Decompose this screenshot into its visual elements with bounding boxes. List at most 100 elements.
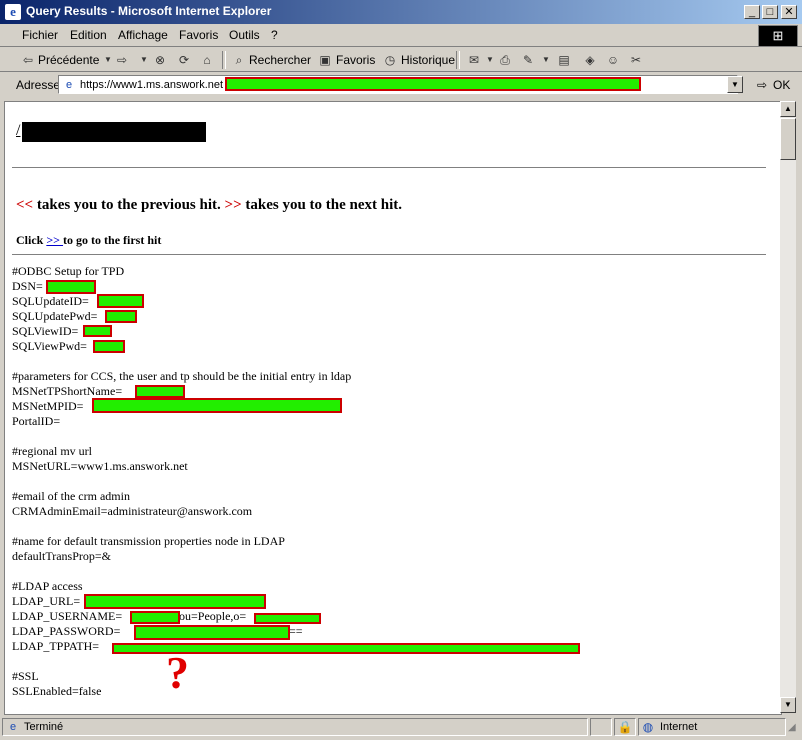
menu-affichage[interactable]: Affichage — [118, 28, 168, 42]
toolbar-separator — [222, 51, 226, 69]
forward-arrow-icon[interactable]: ⇨ — [114, 52, 130, 68]
resize-grip-icon[interactable]: ◢ — [788, 722, 796, 733]
stop-icon[interactable]: ⊗ — [152, 52, 168, 68]
go-label[interactable]: OK — [773, 78, 790, 92]
redacted-value — [254, 613, 321, 624]
password-tail: == — [289, 624, 303, 638]
divider — [12, 167, 766, 169]
redacted-value — [97, 294, 144, 308]
scrollbar-thumb[interactable] — [780, 118, 796, 160]
menu-help[interactable]: ? — [271, 28, 278, 42]
config-line: CRMAdminEmail=administrateur@answork.com — [12, 504, 253, 518]
status-text: Terminé — [24, 721, 64, 733]
window-title: Query Results - Microsoft Internet Explo… — [26, 4, 272, 18]
toolbar-separator — [456, 51, 460, 69]
click-post: to go to the first hit — [63, 233, 162, 247]
vertical-scrollbar[interactable] — [780, 101, 796, 713]
menu-favoris[interactable]: Favoris — [179, 28, 218, 42]
menu-outils[interactable]: Outils — [229, 28, 260, 42]
config-line: #parameters for CCS, the user and tp sho… — [12, 369, 352, 383]
lock-icon: 🔒 — [617, 720, 633, 734]
edit-dropdown-icon[interactable]: ▼ — [538, 52, 554, 68]
back-arrow-icon[interactable]: ⇦ — [20, 52, 36, 68]
back-button[interactable]: Précédente — [38, 53, 99, 67]
search-button[interactable]: Rechercher — [249, 53, 311, 67]
globe-icon: ◍ — [642, 720, 654, 734]
redacted-value — [84, 594, 266, 609]
config-line: LDAP_URL= — [12, 594, 81, 608]
config-line: #email of the crm admin — [12, 489, 130, 503]
address-dropdown-icon[interactable]: ▼ — [727, 76, 743, 93]
messenger-icon[interactable]: ☺ — [605, 52, 621, 68]
forward-dropdown-icon[interactable]: ▼ — [136, 52, 152, 68]
status-pane — [590, 718, 612, 736]
history-button[interactable]: Historique — [401, 53, 455, 67]
research-icon[interactable]: ◈ — [582, 52, 598, 68]
click-pre: Click — [16, 233, 47, 247]
status-pane — [2, 718, 588, 736]
ie-app-icon: e — [5, 4, 21, 20]
config-line: #name for default transmission propertie… — [12, 534, 285, 548]
history-icon[interactable]: ◷ — [382, 52, 398, 68]
menu-fichier[interactable]: Fichier — [22, 28, 58, 42]
redacted-value — [105, 310, 137, 323]
search-icon[interactable]: ⌕ — [231, 52, 247, 68]
maximize-button[interactable]: □ — [762, 5, 778, 19]
address-url[interactable]: https://www1.ms.answork.net — [80, 79, 223, 91]
discuss-icon[interactable]: ▤ — [556, 52, 572, 68]
redacted-value — [83, 325, 112, 337]
go-arrow-icon: ⇨ — [757, 78, 768, 92]
config-line: SQLViewID= — [12, 324, 79, 338]
redacted-value — [130, 611, 180, 624]
config-line: PortalID= — [12, 414, 61, 428]
refresh-icon[interactable]: ⟳ — [176, 52, 192, 68]
nav-instructions: << takes you to the previous hit. >> tak… — [16, 197, 402, 214]
config-line: LDAP_PASSWORD= — [12, 624, 121, 638]
page-done-icon: e — [9, 721, 17, 733]
favorites-button[interactable]: Favoris — [336, 53, 375, 67]
redacted-heading — [22, 122, 206, 142]
config-line: MSNetTPShortName= — [12, 384, 123, 398]
zone-text: Internet — [660, 721, 698, 733]
divider — [12, 254, 766, 256]
breadcrumb-slash[interactable]: / — [16, 122, 20, 140]
redacted-value — [134, 625, 290, 640]
scroll-down-icon[interactable]: ▼ — [780, 697, 796, 713]
prev-symbol: << — [16, 197, 34, 213]
redacted-value — [93, 340, 125, 353]
config-line: #regional mv url — [12, 444, 92, 458]
config-line: LDAP_TPPATH= — [12, 639, 100, 653]
next-symbol: >> — [224, 197, 242, 213]
redacted-value — [46, 280, 96, 294]
config-line: SQLUpdatePwd= — [12, 309, 98, 323]
print-icon[interactable]: ⎙ — [497, 52, 513, 68]
prev-text: takes you to the previous hit. — [33, 197, 225, 213]
edit-icon[interactable]: ✎ — [520, 52, 536, 68]
redacted-value — [135, 385, 185, 398]
config-line: #SSL — [12, 669, 39, 683]
config-line: LDAP_USERNAME= — [12, 609, 123, 623]
home-icon[interactable]: ⌂ — [199, 52, 215, 68]
config-line: #ODBC Setup for TPD — [12, 264, 125, 278]
config-line: defaultTransProp=& — [12, 549, 111, 563]
minimize-button[interactable]: _ — [744, 5, 760, 19]
windows-logo-icon: ⊞ — [758, 25, 798, 47]
question-mark-annotation: ? — [166, 647, 189, 698]
redacted-value — [92, 398, 342, 413]
first-hit-line: Click >> to go to the first hit — [16, 233, 161, 248]
config-line: MSNetURL=www1.ms.answork.net — [12, 459, 188, 473]
scroll-up-icon[interactable]: ▲ — [780, 101, 796, 117]
config-line: DSN= — [12, 279, 43, 293]
page-icon: e — [65, 79, 73, 91]
tools-icon[interactable]: ✂ — [628, 52, 644, 68]
config-line: SQLViewPwd= — [12, 339, 87, 353]
close-button[interactable]: ✕ — [781, 5, 797, 19]
config-line: MSNetMPID= — [12, 399, 84, 413]
mail-dropdown-icon[interactable]: ▼ — [482, 52, 498, 68]
first-hit-link[interactable]: >> — [46, 233, 63, 247]
menu-edition[interactable]: Edition — [70, 28, 107, 42]
mail-icon[interactable]: ✉ — [466, 52, 482, 68]
favorites-icon[interactable]: ▣ — [317, 52, 333, 68]
config-line: SSLEnabled=false — [12, 684, 102, 698]
address-label: Adresse — [16, 78, 61, 92]
